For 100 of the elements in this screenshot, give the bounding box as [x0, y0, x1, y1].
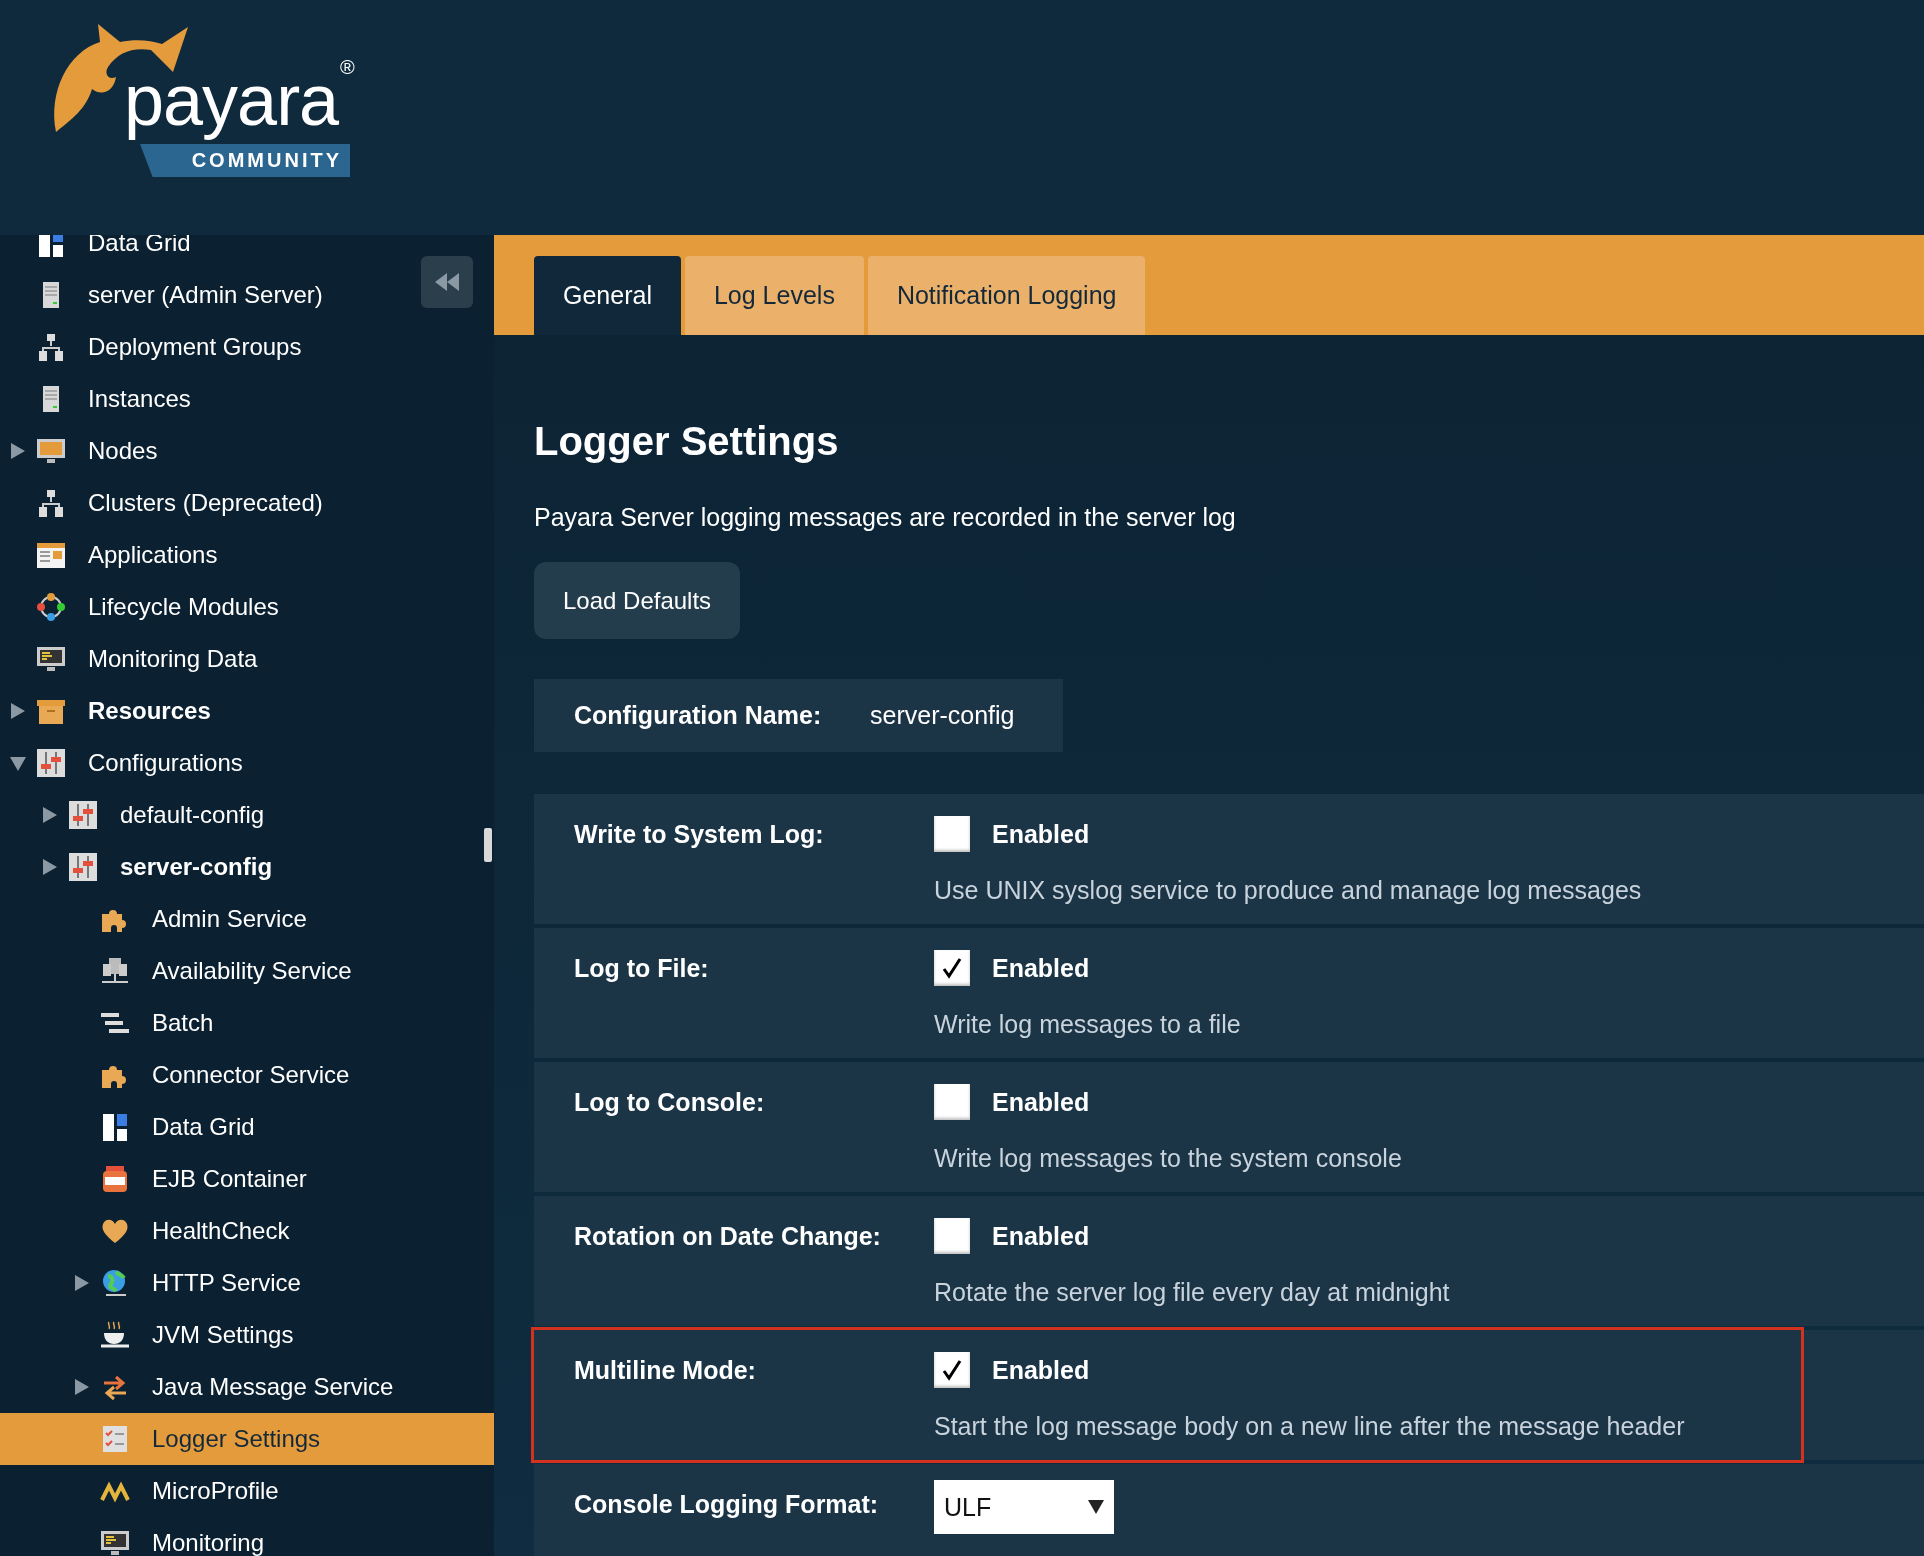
sidebar-item[interactable]: Configurations [0, 737, 494, 789]
monitor-icon [100, 1528, 130, 1556]
setting-description: Write log messages to a file [934, 1010, 1241, 1039]
sidebar-item[interactable]: default-config [0, 789, 494, 841]
coffee-cup-icon [100, 1320, 130, 1350]
sliders-icon [68, 852, 98, 882]
dropdown-arrow-icon [1088, 1500, 1104, 1514]
setting-description: Start the log message body on a new line after the message header [934, 1412, 1685, 1441]
sidebar-item-label: Admin Service [152, 905, 307, 933]
sidebar-item-label: HealthCheck [152, 1217, 290, 1245]
page-title: Logger Settings [534, 418, 839, 465]
grid-blocks-icon [100, 1112, 130, 1142]
sidebar-item[interactable]: Applications [0, 529, 494, 581]
sliders-icon [36, 748, 66, 778]
sidebar-item[interactable]: HTTP Service [0, 1257, 494, 1309]
load-defaults-button[interactable]: Load Defaults [534, 562, 741, 639]
sidebar-item[interactable]: Java Message Service [0, 1361, 494, 1413]
jar-icon [100, 1164, 130, 1194]
tab[interactable]: General [534, 256, 681, 335]
configuration-label: Configuration Name: [574, 701, 823, 730]
sidebar-item-label: Batch [152, 1009, 214, 1037]
checkbox[interactable] [934, 1218, 970, 1254]
collapsed-arrow-icon[interactable] [42, 858, 58, 876]
sidebar-item-label: Clusters (Deprecated) [88, 489, 323, 517]
setting-label: Write to System Log: [574, 819, 825, 850]
setting-description: Rotate the server log file every day at midnight [934, 1278, 1450, 1307]
sidebar-item[interactable]: server (Admin Server) [0, 269, 494, 321]
collapsed-arrow-icon[interactable] [10, 442, 26, 460]
sidebar-item-label: Availability Service [152, 957, 352, 985]
checklist-icon [100, 1424, 130, 1454]
rewind-icon [435, 273, 459, 291]
configuration-value: server-config [870, 701, 1015, 730]
tab[interactable]: Notification Logging [867, 256, 1146, 335]
sidebar-item[interactable]: Data Grid [0, 1101, 494, 1153]
sidebar-item-label: Lifecycle Modules [88, 593, 279, 621]
checkbox-label: Enabled [992, 819, 1090, 849]
setting-description: Use UNIX syslog service to produce and manage log messages [934, 876, 1642, 905]
sliders-icon [68, 800, 98, 830]
sidebar-item[interactable]: EJB Container [0, 1153, 494, 1205]
cycle-icon [36, 592, 66, 622]
sidebar-item[interactable]: Monitoring Data [0, 633, 494, 685]
sidebar-item-label: Applications [88, 541, 218, 569]
checkbox[interactable] [934, 1084, 970, 1120]
checkbox[interactable] [934, 1352, 970, 1388]
collapsed-arrow-icon[interactable] [42, 806, 58, 824]
expanded-arrow-icon[interactable] [10, 754, 26, 772]
sidebar-item[interactable]: MicroProfile [0, 1465, 494, 1517]
checkbox-label: Enabled [992, 953, 1090, 983]
sidebar-item[interactable]: Connector Service [0, 1049, 494, 1101]
network-tree-icon [36, 332, 66, 362]
page-description: Payara Server logging messages are recorded in the server log [534, 503, 1236, 532]
sidebar-item-label: HTTP Service [152, 1269, 301, 1297]
tab[interactable]: Log Levels [684, 256, 864, 335]
collapsed-arrow-icon[interactable] [10, 702, 26, 720]
sidebar-item-label: JVM Settings [152, 1321, 294, 1349]
sidebar-item[interactable]: Availability Service [0, 945, 494, 997]
sidebar-item[interactable]: JVM Settings [0, 1309, 494, 1361]
collapsed-arrow-icon[interactable] [74, 1378, 90, 1396]
sidebar-item-label: Connector Service [152, 1061, 350, 1089]
sidebar-item[interactable]: server-config [0, 841, 494, 893]
setting-description: Write log messages to the system console [934, 1144, 1402, 1173]
checkbox-label: Enabled [992, 1087, 1090, 1117]
format-dropdown[interactable]: ULF [934, 1480, 1114, 1534]
sidebar-item[interactable]: Lifecycle Modules [0, 581, 494, 633]
window-icon [36, 540, 66, 570]
sidebar-item-label: Monitoring [152, 1529, 265, 1556]
sidebar-item-label: Nodes [88, 437, 158, 465]
sidebar-item-label: Configurations [88, 749, 243, 777]
setting-label: Log to File: [574, 953, 710, 984]
checkmark-icon [942, 1359, 962, 1381]
sidebar-item[interactable]: Resources [0, 685, 494, 737]
monitor-icon [36, 644, 66, 674]
sidebar-item-label: MicroProfile [152, 1477, 279, 1505]
setting-label: Rotation on Date Change: [574, 1221, 882, 1252]
scrollbar-thumb[interactable] [484, 828, 492, 862]
setting-label: Log to Console: [574, 1087, 766, 1118]
checkbox-label: Enabled [992, 1355, 1090, 1385]
sidebar-item-label: server-config [120, 853, 273, 881]
sidebar-item-label: Logger Settings [152, 1425, 321, 1453]
sidebar-item[interactable]: Nodes [0, 425, 494, 477]
network-tree-icon [36, 488, 66, 518]
checkmark-icon [942, 957, 962, 979]
sidebar-item[interactable]: Batch [0, 997, 494, 1049]
collapsed-arrow-icon[interactable] [74, 1274, 90, 1292]
sidebar-item[interactable]: Deployment Groups [0, 321, 494, 373]
collapse-sidebar-button[interactable] [421, 256, 473, 308]
sidebar-item-label: Deployment Groups [88, 333, 302, 361]
checkbox[interactable] [934, 816, 970, 852]
monitor-icon [36, 436, 66, 466]
edition-badge: COMMUNITY [140, 144, 350, 177]
sidebar-item-label: default-config [120, 801, 265, 829]
sidebar-item[interactable]: Monitoring [0, 1517, 494, 1556]
sidebar-item-selected[interactable]: Logger Settings [0, 1413, 494, 1465]
sidebar-item-label: EJB Container [152, 1165, 307, 1193]
checkbox[interactable] [934, 950, 970, 986]
sidebar-item[interactable]: Admin Service [0, 893, 494, 945]
sidebar-item[interactable]: Clusters (Deprecated) [0, 477, 494, 529]
network-icon [100, 956, 130, 986]
sidebar-item[interactable]: HealthCheck [0, 1205, 494, 1257]
sidebar-item[interactable]: Instances [0, 373, 494, 425]
